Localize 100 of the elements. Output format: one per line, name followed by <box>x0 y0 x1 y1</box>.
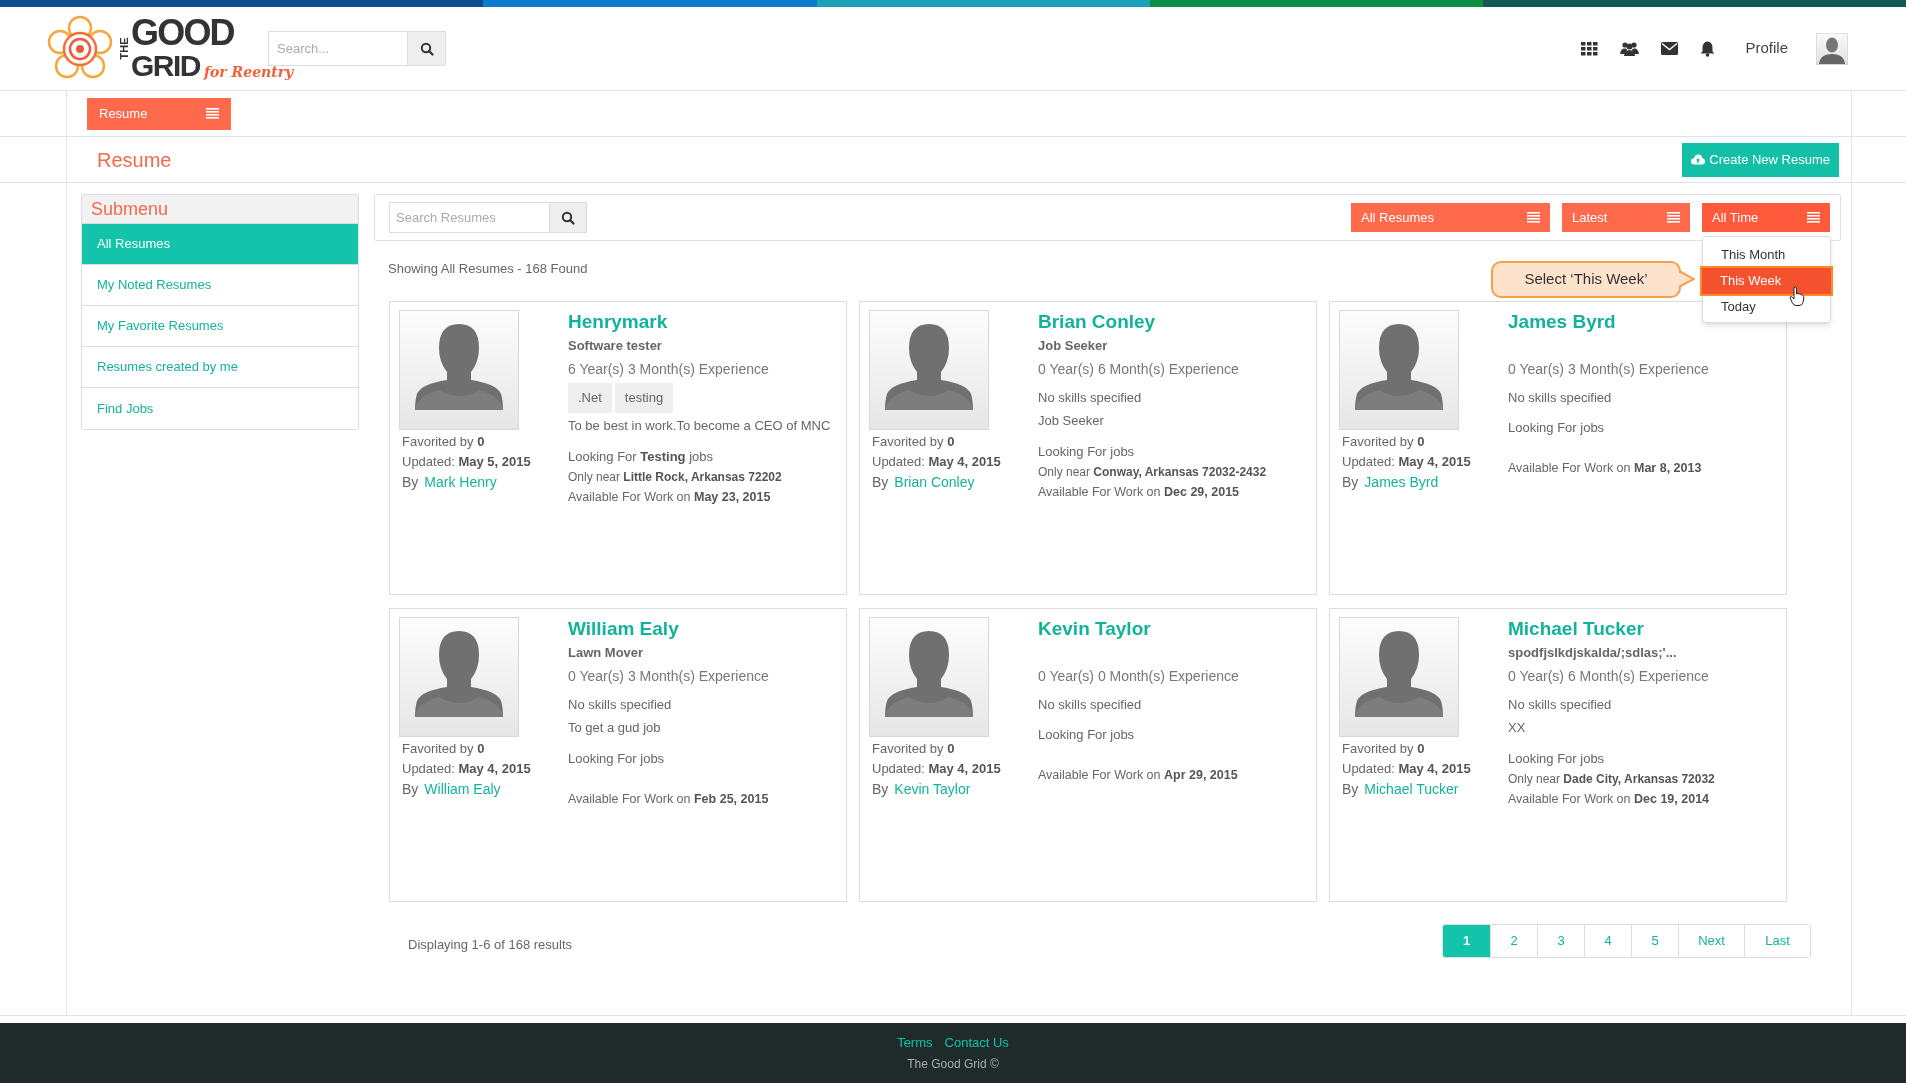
skills-note: No skills specified <box>1038 389 1143 407</box>
resume-headline: spodfjslkdjskalda/;sdlas;'... <box>1508 645 1677 660</box>
section-menu-button[interactable]: Resume <box>87 97 231 130</box>
callout-bubble: Select ‘This Week’ <box>1491 261 1681 298</box>
favorited-count: Favorited by 0 <box>1342 740 1426 758</box>
experience-text: 0 Year(s) 6 Month(s) Experience <box>1508 667 1710 686</box>
updated-date: Updated: May 4, 2015 <box>402 760 532 778</box>
favorited-count: Favorited by 0 <box>872 433 956 451</box>
author-link[interactable]: Brian Conley <box>894 472 975 492</box>
author-link[interactable]: William Ealy <box>424 779 501 799</box>
looking-for-text: Looking For Testing jobs <box>568 448 714 466</box>
filter-dropdown[interactable]: All Time <box>1702 203 1830 232</box>
objective-text: To be best in work.To become a CEO of MNC <box>568 417 832 435</box>
experience-text: 0 Year(s) 3 Month(s) Experience <box>568 667 770 686</box>
logo-text: GRID <box>131 49 200 82</box>
resume-name-link[interactable]: Henrymark <box>568 310 846 334</box>
search-field[interactable]: Search... <box>268 31 408 66</box>
results-count: Displaying 1-6 of 168 results <box>408 936 573 955</box>
resume-headline: Job Seeker <box>1038 338 1108 353</box>
resume-name-link[interactable]: William Ealy <box>568 617 846 641</box>
updated-date: Updated: May 4, 2015 <box>872 760 1002 778</box>
search-icon <box>419 41 434 56</box>
list-icon <box>1527 212 1540 223</box>
page-link[interactable]: 1 <box>1443 925 1490 957</box>
mail-icon[interactable] <box>1661 42 1679 55</box>
dropdown-option[interactable]: This Month <box>1703 242 1830 268</box>
author-link[interactable]: Michael Tucker <box>1364 779 1459 799</box>
availability-text: Available For Work on Dec 19, 2014 <box>1508 791 1711 808</box>
objective-text: XX <box>1508 719 1527 737</box>
resume-headline: Software tester <box>568 338 662 353</box>
resume-search-field[interactable]: Search Resumes <box>389 202 550 233</box>
experience-text: 0 Year(s) 6 Month(s) Experience <box>1038 360 1240 379</box>
page-link[interactable]: Last <box>1744 925 1810 957</box>
logo-text: THE <box>117 36 131 62</box>
updated-date: Updated: May 4, 2015 <box>1342 453 1472 471</box>
availability-text: Available For Work on May 23, 2015 <box>568 489 772 506</box>
search-button[interactable] <box>550 202 587 233</box>
footer-link[interactable]: Contact Us <box>944 1032 1009 1053</box>
looking-for-text: Looking For jobs <box>1038 726 1136 744</box>
submenu-item[interactable]: All Resumes <box>82 224 358 265</box>
looking-for-text: Looking For jobs <box>568 750 666 768</box>
author-link[interactable]: James Byrd <box>1364 472 1439 492</box>
location-text: Only near Conway, Arkansas 72032-2432 <box>1038 464 1268 481</box>
filter-dropdown[interactable]: Latest <box>1562 203 1690 232</box>
users-icon[interactable] <box>1620 41 1640 56</box>
updated-date: Updated: May 4, 2015 <box>1342 760 1472 778</box>
hand-cursor-icon <box>1789 286 1805 307</box>
location-text: Only near Dade City, Arkansas 72032 <box>1508 771 1716 788</box>
by-label: By <box>402 473 419 492</box>
bell-icon[interactable] <box>1700 40 1716 57</box>
availability-text: Available For Work on Dec 29, 2015 <box>1038 484 1241 501</box>
by-label: By <box>872 780 889 799</box>
author-link[interactable]: Kevin Taylor <box>894 779 971 799</box>
resume-name-link[interactable]: Brian Conley <box>1038 310 1316 334</box>
availability-text: Available For Work on Feb 25, 2015 <box>568 791 770 808</box>
location-text: Only near Little Rock, Arkansas 72202 <box>568 469 783 486</box>
looking-for-text: Looking For jobs <box>1508 419 1606 437</box>
looking-for-text: Looking For jobs <box>1508 750 1606 768</box>
search-icon <box>561 210 575 225</box>
objective-text: To get a gud job <box>568 719 662 737</box>
by-label: By <box>1342 473 1359 492</box>
looking-for-text: Looking For jobs <box>1038 443 1136 461</box>
skills-note: No skills specified <box>1508 696 1613 714</box>
experience-text: 6 Year(s) 3 Month(s) Experience <box>568 360 770 379</box>
callout-pointer <box>1679 270 1695 288</box>
submenu-title: Submenu <box>91 197 169 221</box>
updated-date: Updated: May 5, 2015 <box>402 453 532 471</box>
list-icon <box>1667 212 1680 223</box>
resume-headline: Lawn Mover <box>568 645 644 660</box>
filter-dropdown[interactable]: All Resumes <box>1351 203 1550 232</box>
skill-tag: testing <box>614 383 674 413</box>
profile-avatar[interactable] <box>1816 32 1848 65</box>
skills-note: No skills specified <box>1038 696 1143 714</box>
copyright-text: The Good Grid © <box>907 1056 999 1074</box>
list-icon <box>206 108 219 119</box>
dropdown-option[interactable]: Today <box>1703 294 1830 320</box>
cloud-upload-icon <box>1691 154 1706 165</box>
results-summary: Showing All Resumes - 168 Found <box>388 260 588 279</box>
availability-text: Available For Work on Apr 29, 2015 <box>1038 767 1239 784</box>
favorited-count: Favorited by 0 <box>402 433 486 451</box>
list-icon <box>1807 212 1820 223</box>
favorited-count: Favorited by 0 <box>872 740 956 758</box>
skills-note: No skills specified <box>1508 389 1613 407</box>
page-title: Resume <box>97 147 172 173</box>
dropdown-option[interactable]: This Week <box>1702 268 1831 294</box>
author-link[interactable]: Mark Henry <box>424 472 497 492</box>
resume-name-link[interactable]: Michael Tucker <box>1508 617 1786 641</box>
experience-text: 0 Year(s) 3 Month(s) Experience <box>1508 360 1710 379</box>
resume-name-link[interactable]: Kevin Taylor <box>1038 617 1316 641</box>
profile-link[interactable]: Profile <box>1745 37 1788 60</box>
by-label: By <box>402 780 419 799</box>
experience-text: 0 Year(s) 0 Month(s) Experience <box>1038 667 1240 686</box>
footer-link[interactable]: Terms <box>897 1032 933 1053</box>
availability-text: Available For Work on Mar 8, 2013 <box>1508 460 1703 477</box>
by-label: By <box>872 473 889 492</box>
by-label: By <box>1342 780 1359 799</box>
search-button[interactable] <box>408 31 446 66</box>
updated-date: Updated: May 4, 2015 <box>872 453 1002 471</box>
apps-grid-icon[interactable] <box>1581 41 1599 56</box>
create-resume-button[interactable]: Create New Resume <box>1682 142 1839 177</box>
